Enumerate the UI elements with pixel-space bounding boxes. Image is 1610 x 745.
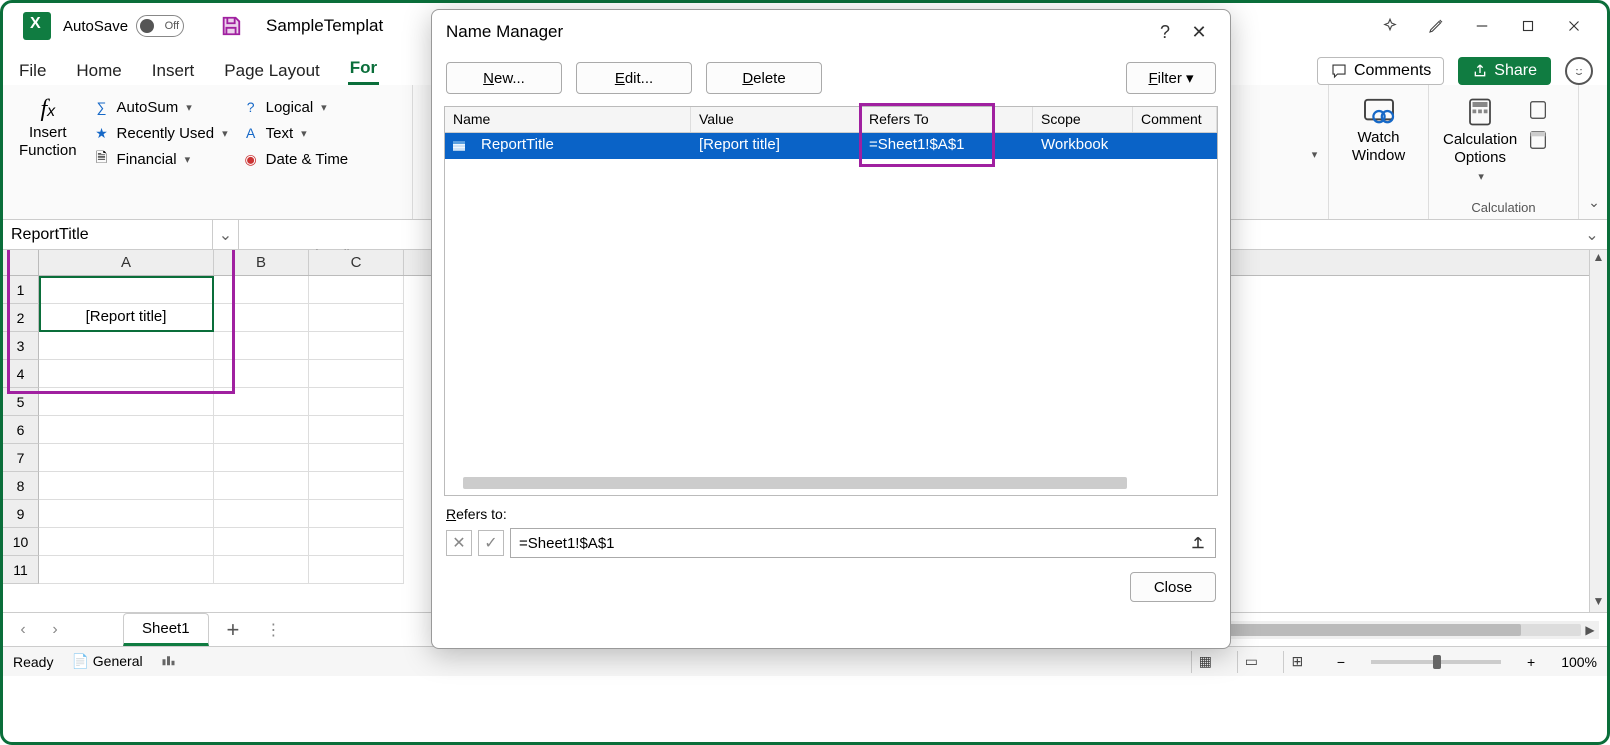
status-bar: Ready 📄 General ▦ ▭ ⊞ − + 100% [3,646,1607,676]
new-button[interactable]: New... [446,62,562,94]
zoom-out-icon[interactable]: − [1329,654,1353,670]
tab-formulas[interactable]: For [348,54,379,85]
row-header[interactable]: 1 [3,276,39,304]
sheet-options-icon[interactable]: ⋮ [265,620,281,640]
filter-button[interactable]: Filter ▾ [1126,62,1216,94]
autosum-button[interactable]: ∑AutoSum▾ [89,95,232,119]
dialog-title: Name Manager [446,22,563,42]
status-ready: Ready [13,654,53,670]
recently-used-button[interactable]: ★Recently Used▾ [89,121,232,145]
comment-icon [1330,62,1348,80]
scroll-down-icon[interactable]: ▼ [1590,594,1607,612]
financial-icon: 🗎 [93,150,111,168]
refers-to-input[interactable]: =Sheet1!$A$1 [510,528,1216,558]
list-horizontal-scrollbar[interactable] [463,477,1127,489]
expand-formula-bar-icon[interactable]: ⌄ [1577,220,1607,249]
edit-button[interactable]: Edit... [576,62,692,94]
col-name[interactable]: Name [445,107,691,132]
autosave-label: AutoSave [63,18,128,35]
copilot-icon[interactable] [1367,10,1413,42]
calculation-label: Calculation [1439,196,1568,217]
sheet-nav-next-icon[interactable]: › [43,618,67,642]
names-list[interactable]: Name Value Refers To Scope Comment Repor… [444,106,1218,496]
sheet-nav-prev-icon[interactable]: ‹ [11,618,35,642]
accessibility-icon[interactable]: 📄 General [71,653,142,670]
col-header-a[interactable]: A [39,250,214,275]
tab-file[interactable]: File [17,57,48,85]
view-normal-icon[interactable]: ▦ [1191,651,1219,673]
logical-button[interactable]: ?Logical▾ [238,95,353,119]
feedback-icon[interactable] [1565,57,1593,85]
col-refers-to[interactable]: Refers To [861,107,1033,132]
name-row-reporttitle[interactable]: ReportTitle [Report title] =Sheet1!$A$1 … [445,133,1217,159]
app-close-button[interactable] [1551,10,1597,42]
dialog-help-button[interactable]: ? [1148,17,1182,47]
select-all-corner[interactable] [3,250,39,275]
ribbon-more-icon[interactable]: ▾ [1312,148,1318,161]
col-comment[interactable]: Comment [1133,107,1217,132]
calculate-sheet-icon[interactable] [1527,129,1549,151]
watch-window-button[interactable]: Watch Window [1339,91,1418,165]
comments-button[interactable]: Comments [1317,57,1444,85]
name-row-icon [445,133,473,159]
add-sheet-button[interactable]: + [217,617,250,643]
financial-button[interactable]: 🗎Financial▾ [89,147,232,171]
zoom-in-icon[interactable]: + [1519,654,1543,670]
close-button[interactable]: Close [1130,572,1216,602]
zoom-slider[interactable] [1371,660,1501,664]
vertical-scrollbar[interactable]: ▲ ▼ [1589,250,1607,612]
collapse-ribbon-icon[interactable]: ⌄ [1579,85,1607,219]
tab-home[interactable]: Home [74,57,123,85]
list-headers[interactable]: Name Value Refers To Scope Comment [445,107,1217,133]
scroll-up-icon[interactable]: ▲ [1590,250,1607,268]
cell-a1[interactable] [39,276,214,304]
save-icon[interactable] [220,15,242,37]
zoom-level[interactable]: 100% [1561,654,1597,670]
name-box[interactable]: ReportTitle [3,220,213,249]
excel-app-icon [23,12,51,40]
col-scope[interactable]: Scope [1033,107,1133,132]
date-time-button[interactable]: ◉Date & Time [238,147,353,171]
scroll-right-icon[interactable]: ▶ [1581,623,1599,637]
toggle-icon[interactable]: Off [136,15,184,37]
view-page-layout-icon[interactable]: ▭ [1237,651,1265,673]
col-header-b[interactable]: B [214,250,309,275]
calculation-options-button[interactable]: Calculation Options ▾ [1439,91,1521,185]
share-icon [1472,63,1488,79]
pen-icon[interactable] [1413,10,1459,42]
view-page-break-icon[interactable]: ⊞ [1283,651,1311,673]
share-button[interactable]: Share [1458,57,1551,85]
name-box-dropdown-icon[interactable]: ⌄ [213,220,239,249]
sheet-tab-sheet1[interactable]: Sheet1 [123,613,209,646]
tab-insert[interactable]: Insert [150,57,197,85]
tab-page-layout[interactable]: Page Layout [222,57,321,85]
cell-a2-value[interactable]: [Report title] [39,304,214,332]
document-title: SampleTemplat [266,16,383,36]
calculate-now-icon[interactable] [1527,99,1549,121]
range-picker-icon[interactable] [1189,534,1207,552]
col-value[interactable]: Value [691,107,861,132]
refers-cancel-icon[interactable]: ✕ [446,530,472,556]
autosave-toggle[interactable]: AutoSave Off [63,15,184,37]
minimize-button[interactable] [1459,10,1505,42]
delete-button[interactable]: Delete [706,62,822,94]
name-manager-dialog: Name Manager ? ✕ New... Edit... Delete F… [431,9,1231,649]
text-button[interactable]: AText▾ [238,121,353,145]
dialog-close-icon[interactable]: ✕ [1182,17,1216,47]
col-header-c[interactable]: C [309,250,404,275]
insert-function-button[interactable]: fx Insert Function [13,91,83,217]
refers-confirm-icon[interactable]: ✓ [478,530,504,556]
maximize-button[interactable] [1505,10,1551,42]
stats-icon[interactable] [161,653,179,670]
